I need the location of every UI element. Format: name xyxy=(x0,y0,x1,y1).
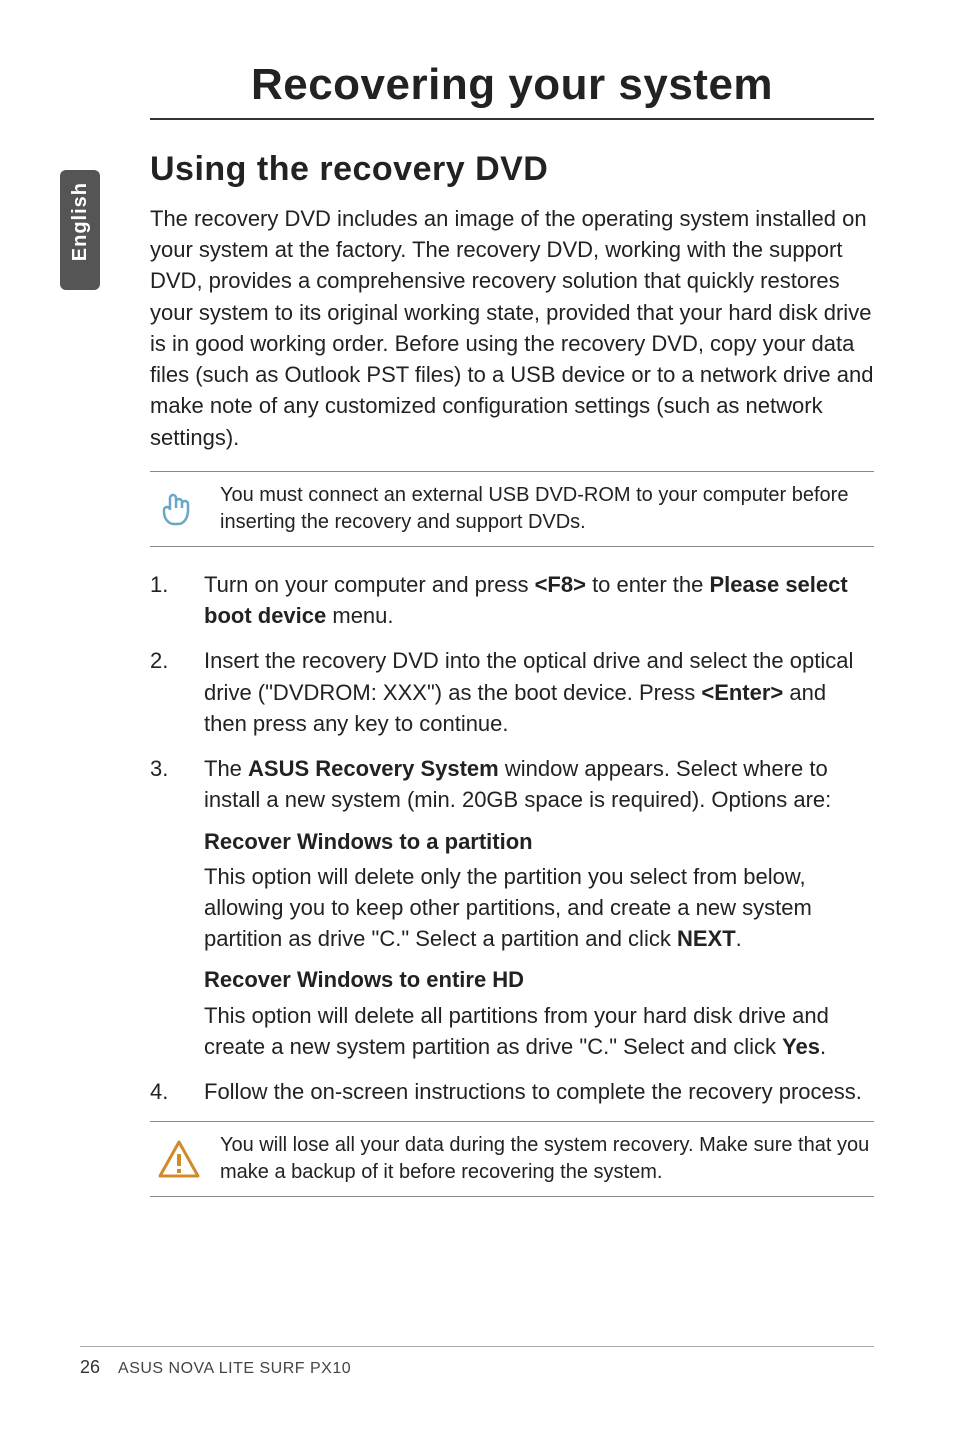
step-3: The ASUS Recovery System window appears.… xyxy=(150,753,874,1062)
language-label: English xyxy=(69,182,92,261)
step-text: Turn on your computer and press xyxy=(204,572,535,597)
language-tab: English xyxy=(60,170,100,290)
option-text: . xyxy=(736,926,742,951)
steps-list: Turn on your computer and press <F8> to … xyxy=(150,569,874,1108)
key-f8: <F8> xyxy=(535,572,586,597)
option-2: Recover Windows to entire HD This option… xyxy=(204,964,874,1062)
option-1: Recover Windows to a partition This opti… xyxy=(204,826,874,955)
page-footer: 26 ASUS NOVA LITE SURF PX10 xyxy=(80,1346,874,1378)
option-1-heading: Recover Windows to a partition xyxy=(204,826,874,857)
section-heading: Using the recovery DVD xyxy=(150,150,874,189)
step-2: Insert the recovery DVD into the optical… xyxy=(150,645,874,739)
step-text: menu. xyxy=(326,603,393,628)
warning-icon xyxy=(156,1136,202,1182)
hand-icon xyxy=(156,486,202,532)
option-2-heading: Recover Windows to entire HD xyxy=(204,964,874,995)
option-text: . xyxy=(820,1034,826,1059)
option-2-body: This option will delete all partitions f… xyxy=(204,1000,874,1062)
step-text: Follow the on-screen instructions to com… xyxy=(204,1079,862,1104)
page-number: 26 xyxy=(80,1357,100,1378)
step-1: Turn on your computer and press <F8> to … xyxy=(150,569,874,631)
yes-label: Yes xyxy=(782,1034,820,1059)
footer-title: ASUS NOVA LITE SURF PX10 xyxy=(118,1360,351,1378)
next-label: NEXT xyxy=(677,926,736,951)
page: English Recovering your system Using the… xyxy=(0,0,954,1438)
step-text: The xyxy=(204,756,248,781)
chapter-title: Recovering your system xyxy=(150,60,874,120)
warning-note-text: You will lose all your data during the s… xyxy=(220,1134,869,1183)
option-text: This option will delete all partitions f… xyxy=(204,1003,829,1059)
step-text: to enter the xyxy=(586,572,710,597)
info-note-text: You must connect an external USB DVD-ROM… xyxy=(220,484,848,533)
info-note: You must connect an external USB DVD-ROM… xyxy=(150,471,874,547)
step-4: Follow the on-screen instructions to com… xyxy=(150,1076,874,1107)
warning-note: You will lose all your data during the s… xyxy=(150,1121,874,1197)
option-1-body: This option will delete only the partiti… xyxy=(204,861,874,955)
window-name: ASUS Recovery System xyxy=(248,756,499,781)
intro-paragraph: The recovery DVD includes an image of th… xyxy=(150,203,874,453)
key-enter: <Enter> xyxy=(701,680,783,705)
